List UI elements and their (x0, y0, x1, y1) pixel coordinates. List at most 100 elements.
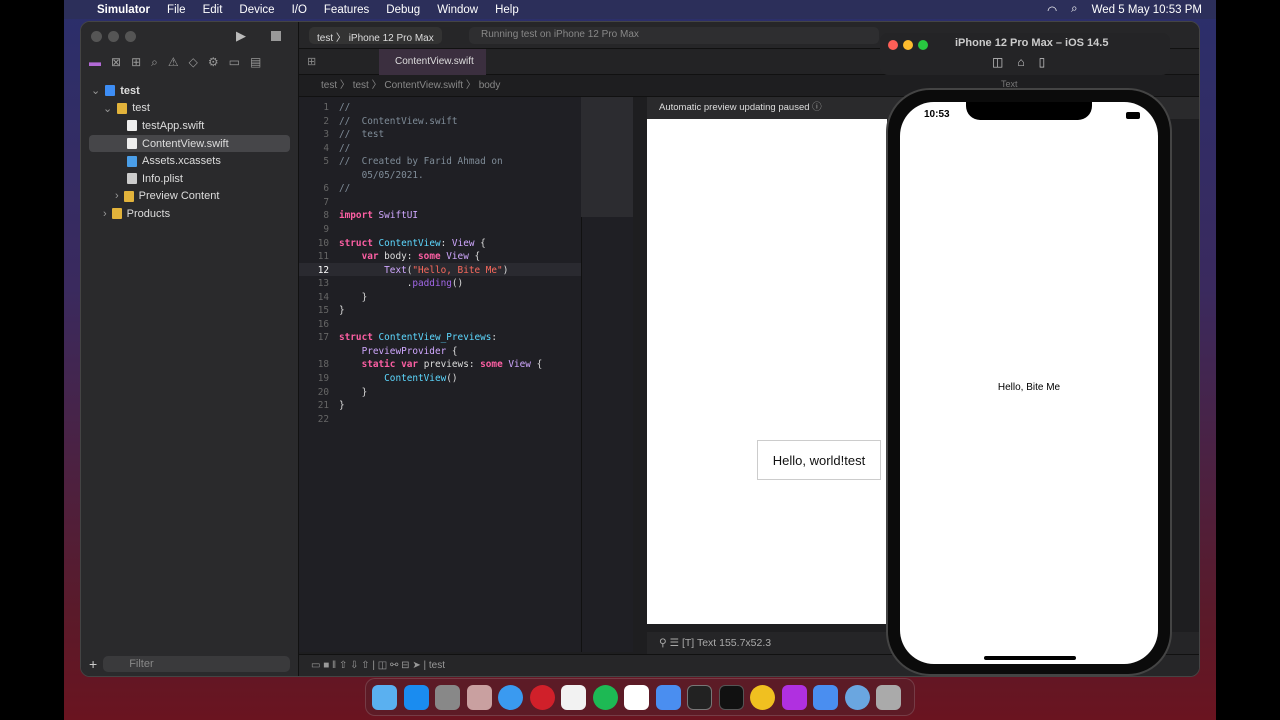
code-line[interactable]: // (339, 183, 350, 194)
close-button[interactable] (91, 31, 102, 42)
home-indicator[interactable] (984, 656, 1076, 660)
line-number: 6 (323, 183, 329, 195)
debug-icon[interactable]: ⚙ (208, 55, 219, 70)
stop-icon[interactable] (271, 31, 281, 41)
code-line[interactable]: // (339, 102, 350, 113)
code-line[interactable]: static var previews: some View { (339, 359, 543, 370)
trash-icon[interactable] (876, 684, 901, 710)
code-line[interactable]: } (339, 400, 345, 411)
code-line[interactable]: PreviewProvider { (339, 346, 458, 357)
info-icon[interactable]: ⓘ (812, 102, 822, 113)
code-line[interactable]: struct ContentView: View { (339, 238, 486, 249)
tree-label: Info.plist (142, 172, 183, 185)
spotify-icon[interactable] (592, 684, 618, 710)
grid-icon[interactable]: ⊞ (307, 55, 316, 68)
wifi-icon[interactable]: ◠ (1047, 3, 1057, 17)
terminal-icon[interactable] (687, 684, 712, 710)
preview-text[interactable]: Hello, world!test (757, 440, 881, 480)
tab-contentview[interactable]: ContentView.swift (379, 49, 486, 75)
debug-icons[interactable]: ▭ ■ ‖ ⇧ ⇩ ⇧ | ◫ ⚯ ⊟ ➤ | (311, 660, 426, 671)
system-preferences-icon[interactable] (435, 684, 460, 710)
close-button[interactable] (888, 40, 898, 50)
tree-item-file-selected[interactable]: ContentView.swift (89, 134, 290, 153)
clock[interactable]: Wed 5 May 10:53 PM (1092, 4, 1202, 16)
tree-item-file[interactable]: Assets.xcassets (81, 152, 298, 170)
code-editor[interactable]: 1 // 2 // ContentView.swift 3 // test 4 // 5 // C… (299, 97, 581, 652)
menu-device[interactable]: Device (239, 4, 274, 16)
code-line[interactable]: } (339, 305, 345, 316)
search-icon[interactable]: ⌕ (1071, 3, 1077, 16)
play-icon[interactable]: ▶ (236, 28, 246, 44)
menu-debug[interactable]: Debug (386, 4, 420, 16)
home-icon[interactable]: ⌂ (1017, 55, 1024, 69)
scheme-selector[interactable]: test 〉 iPhone 12 Pro Max (309, 27, 442, 44)
tree-item-group[interactable]: › Products (81, 205, 298, 223)
jump-project[interactable]: test (321, 80, 337, 91)
minimize-button[interactable] (903, 40, 913, 50)
menu-help[interactable]: Help (495, 4, 519, 16)
opera-icon[interactable] (529, 684, 555, 710)
pin-icon[interactable]: ⚲ (659, 637, 667, 649)
folder-icon[interactable]: ▬ (89, 55, 101, 70)
code-line[interactable]: struct ContentView_Previews: (339, 332, 497, 343)
inspector-icon[interactable]: ☰ (670, 637, 679, 649)
warning-icon[interactable]: ⚠ (168, 55, 179, 70)
zoom-button[interactable] (918, 40, 928, 50)
code-line[interactable]: 05/05/2021. (339, 170, 424, 181)
tree-item-group[interactable]: ⌄ test (81, 100, 298, 118)
jump-group[interactable]: test (353, 80, 369, 91)
add-icon[interactable]: + (89, 656, 97, 672)
code-line[interactable]: // Created by Farid Ahmad on (339, 156, 503, 167)
tree-item-group[interactable]: › Preview Content (81, 188, 298, 206)
hierarchy-icon[interactable]: ⊞ (131, 55, 141, 70)
simulator-icon[interactable] (813, 684, 838, 710)
report-icon[interactable]: ▤ (250, 55, 261, 70)
minimize-button[interactable] (108, 31, 119, 42)
code-line[interactable]: .padding() (339, 278, 463, 289)
jump-file[interactable]: ContentView.swift (384, 80, 463, 91)
test-icon[interactable]: ◇ (189, 55, 198, 70)
xcode-icon[interactable] (655, 684, 681, 710)
search-icon[interactable]: ⌕ (151, 55, 158, 70)
photos-icon[interactable] (561, 684, 586, 710)
code-line[interactable]: // (339, 143, 350, 154)
menu-file[interactable]: File (167, 4, 186, 16)
code-line[interactable]: // test (339, 129, 384, 140)
tree-item-file[interactable]: Info.plist (81, 170, 298, 188)
reality-composer-icon[interactable] (781, 684, 807, 710)
debug-target[interactable]: test (429, 660, 445, 671)
tree-item-project[interactable]: ⌄ test (81, 82, 298, 100)
menu-app[interactable]: Simulator (97, 4, 150, 16)
filter-input[interactable]: Filter (103, 656, 290, 672)
instruments-icon[interactable] (750, 684, 775, 710)
quicktime-icon[interactable] (844, 684, 870, 710)
tree-item-file[interactable]: testApp.swift (81, 117, 298, 135)
code-line[interactable]: ContentView() (339, 373, 457, 384)
vscode-icon[interactable] (624, 684, 649, 710)
rotate-icon[interactable]: ▯ (1039, 55, 1046, 69)
code-line[interactable]: Text("Hello, Bite Me") (339, 265, 508, 276)
code-line[interactable]: // ContentView.swift (339, 116, 458, 127)
launchpad-icon[interactable] (466, 684, 492, 710)
jump-symbol[interactable]: body (479, 80, 501, 91)
code-line[interactable]: } (339, 387, 368, 398)
menu-io[interactable]: I/O (292, 4, 307, 16)
source-control-icon[interactable]: ⊠ (111, 55, 121, 70)
console-icon[interactable] (718, 684, 744, 710)
finder-icon[interactable] (372, 684, 397, 710)
iphone-screen[interactable]: 10:53 Hello, Bite Me (900, 102, 1158, 664)
minimap[interactable] (581, 97, 633, 217)
menu-window[interactable]: Window (437, 4, 478, 16)
screenshot-icon[interactable]: ◫ (992, 55, 1003, 69)
breakpoint-icon[interactable]: ▭ (229, 55, 240, 70)
safari-icon[interactable] (498, 684, 523, 710)
menu-features[interactable]: Features (324, 4, 369, 16)
line-number: 11 (317, 251, 329, 263)
preview-canvas[interactable] (647, 119, 887, 624)
code-line[interactable]: import SwiftUI (339, 210, 418, 221)
code-line[interactable]: } (339, 292, 368, 303)
code-line[interactable]: var body: some View { (339, 251, 481, 262)
menu-edit[interactable]: Edit (203, 4, 223, 16)
zoom-button[interactable] (125, 31, 136, 42)
app-store-icon[interactable] (403, 684, 429, 710)
